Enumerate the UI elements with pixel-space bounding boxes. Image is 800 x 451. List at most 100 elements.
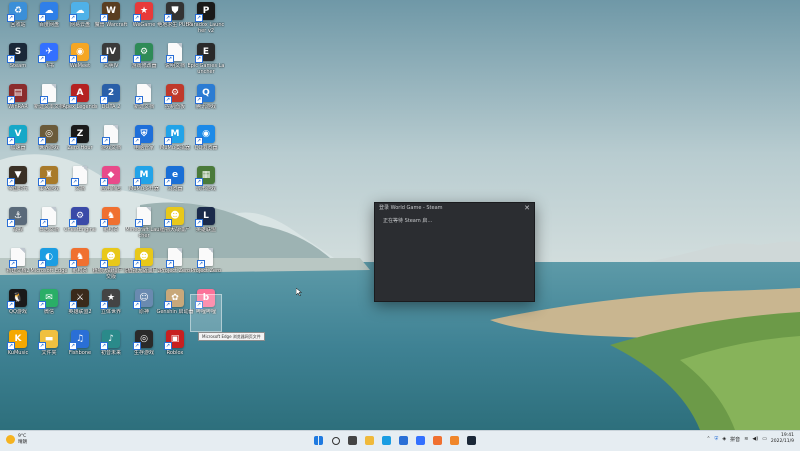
goose-icon (450, 436, 459, 445)
file-icon: ↗ (102, 125, 118, 145)
shortcut-arrow-icon: ↗ (164, 96, 172, 104)
taskbar-app-button[interactable] (397, 434, 410, 447)
control-panel-icon: ⚙ ↗ (164, 84, 184, 104)
shortcut-arrow-icon: ↗ (133, 137, 141, 145)
app-store-icon: ◆ ↗ (100, 166, 120, 186)
taskbar-app-button[interactable] (363, 434, 376, 447)
desktop-shortcut[interactable]: ▣ ↗ Roblox (157, 330, 193, 370)
shortcut-arrow-icon: ↗ (69, 55, 77, 63)
hatsune-icon: ♪ ↗ (100, 330, 120, 350)
desktop-shortcut[interactable]: IV ↗ 文明IV (93, 43, 129, 83)
shortcut-arrow-icon: ↗ (71, 178, 79, 186)
security-icon[interactable]: ⛨ (715, 436, 719, 442)
desktop-shortcut[interactable]: W ↗ 魔兽 Warcraft (93, 2, 129, 42)
desktop-shortcut[interactable]: P ↗ Paradox Launcher v2 (188, 2, 224, 42)
steam-icon (467, 436, 476, 445)
shortcut-arrow-icon: ↗ (195, 137, 203, 145)
desktop-shortcut[interactable]: ↗ 游戏文档 (93, 125, 129, 165)
feishu-icon: ✈ ↗ (38, 43, 58, 63)
close-icon[interactable]: ✕ (524, 204, 530, 213)
cloud-icon: ☁ ↗ (69, 2, 89, 22)
mod-tool-icon: ⚙ ↗ (133, 43, 153, 63)
shortcut-arrow-icon: ↗ (100, 178, 108, 186)
desktop-shortcut-label: Paradox Launcher v2 (187, 22, 225, 34)
system-tray: ⌃ ⛨ ◈ 拼音 ≋ ◀) ▭ 19:41 2022/11/9 (706, 433, 794, 445)
wechat-icon: ✉ ↗ (38, 289, 58, 309)
fishing-game-icon: ♫ ↗ (69, 330, 89, 350)
file-icon: ↗ (197, 248, 213, 268)
age-game-icon: ▼ ↗ (7, 166, 27, 186)
file-explorer-icon (365, 436, 374, 445)
desktop-shortcut[interactable]: ♪ ↗ 初音未来 (93, 330, 129, 370)
desktop-shortcut[interactable]: ◆ ↗ 应用商店 (93, 166, 129, 206)
windows-start-icon (314, 436, 323, 445)
genshin-icon: ✿ ↗ (164, 289, 184, 309)
file-icon: ↗ (40, 84, 56, 104)
shortcut-arrow-icon: ↗ (100, 14, 108, 22)
search-icon (331, 436, 340, 445)
warcraft-icon: W ↗ (100, 2, 120, 22)
shield-game-icon: ⛊ ↗ (164, 2, 184, 22)
desktop-shortcut[interactable]: ▦ ↗ 城市游戏 (188, 166, 224, 206)
shortcut-arrow-icon: ↗ (38, 260, 46, 268)
desktop-shortcut[interactable]: ◉ ↗ QQ浏览器 (188, 125, 224, 165)
clock[interactable]: 19:41 2022/11/9 (771, 433, 794, 445)
dialog-title: 登录 World Game - Steam (379, 205, 443, 211)
desktop-shortcut[interactable]: 2 ↗ DOTA 2 (93, 84, 129, 124)
shortcut-arrow-icon: ↗ (197, 260, 205, 268)
desktop-shortcut[interactable]: ☻ ↗ 植物大战僵尸 杂交版 (93, 248, 129, 288)
shortcut-arrow-icon: ↗ (166, 260, 174, 268)
shortcut-arrow-icon: ↗ (133, 260, 141, 268)
battery-icon[interactable]: ▭ (762, 436, 767, 442)
taskbar-app-button[interactable] (465, 434, 478, 447)
shortcut-arrow-icon: ↗ (7, 14, 15, 22)
winrar-icon: ▤ ↗ (7, 84, 27, 104)
ime-indicator[interactable]: 拼音 (730, 436, 740, 443)
desktop-shortcut[interactable]: ★ ↗ 立体世界 (93, 289, 129, 329)
kumusic-icon: K ↗ (7, 330, 27, 350)
wifi-icon[interactable]: ≋ (744, 436, 748, 442)
roblox-icon: ▣ ↗ (164, 330, 184, 350)
shortcut-arrow-icon: ↗ (164, 219, 172, 227)
taskbar-app-button[interactable] (329, 434, 342, 447)
shortcut-arrow-icon: ↗ (69, 260, 77, 268)
taskbar-app-button[interactable] (346, 434, 359, 447)
network-icon[interactable]: ◈ (722, 436, 726, 442)
desktop-shortcut[interactable]: Q ↗ 腾讯游戏 (188, 84, 224, 124)
shortcut-arrow-icon: ↗ (7, 55, 15, 63)
apex-legends-icon: A ↗ (69, 84, 89, 104)
shortcut-arrow-icon: ↗ (133, 55, 141, 63)
steam-icon: S ↗ (7, 43, 27, 63)
goose-game-icon (433, 436, 442, 445)
shortcut-arrow-icon: ↗ (135, 219, 143, 227)
dialog-titlebar[interactable]: 登录 World Game - Steam ✕ (375, 203, 534, 214)
shortcut-arrow-icon: ↗ (164, 342, 172, 350)
desktop-shortcut[interactable]: ♞ ↗ 鹅鸭杀 (93, 207, 129, 247)
steam-login-dialog[interactable]: 登录 World Game - Steam ✕ 正在等待 Steam 启… (374, 202, 535, 302)
chevron-up-icon[interactable]: ⌃ (706, 436, 710, 442)
desktop-shortcut[interactable]: L ↗ 英雄联盟 (188, 207, 224, 247)
taskbar-app-button[interactable] (431, 434, 444, 447)
file-icon: ↗ (40, 207, 56, 227)
desktop-shortcut[interactable]: ↗ Project Zero (188, 248, 224, 288)
shortcut-arrow-icon: ↗ (69, 219, 77, 227)
weather-widget[interactable]: 9°C 晴朗 (6, 434, 27, 445)
task-view-icon (348, 436, 357, 445)
taskbar-app-button[interactable] (448, 434, 461, 447)
shortcut-arrow-icon: ↗ (100, 260, 108, 268)
anime-game-icon: ☺ ↗ (133, 289, 153, 309)
volume-icon[interactable]: ◀) (752, 436, 758, 442)
desktop-shortcut[interactable]: E ↗ Epic Games Launcher (188, 43, 225, 83)
file-icon: ↗ (166, 248, 182, 268)
shortcut-arrow-icon: ↗ (164, 137, 172, 145)
shortcut-arrow-icon: ↗ (100, 301, 108, 309)
taskbar: 9°C 晴朗 ⌃ ⛨ ◈ 拼音 ≋ ◀) ▭ 19:41 2022/11/9 (0, 430, 800, 451)
city-game-icon: ▦ ↗ (195, 166, 215, 186)
taskbar-app-button[interactable] (414, 434, 427, 447)
edge-icon (382, 436, 391, 445)
taskbar-app-button[interactable] (312, 434, 325, 447)
gear-game-icon: ◎ ↗ (133, 330, 153, 350)
warship-icon: ⚓ ↗ (7, 207, 27, 227)
desktop-shortcut-label: Roblox (166, 350, 184, 356)
taskbar-app-button[interactable] (380, 434, 393, 447)
